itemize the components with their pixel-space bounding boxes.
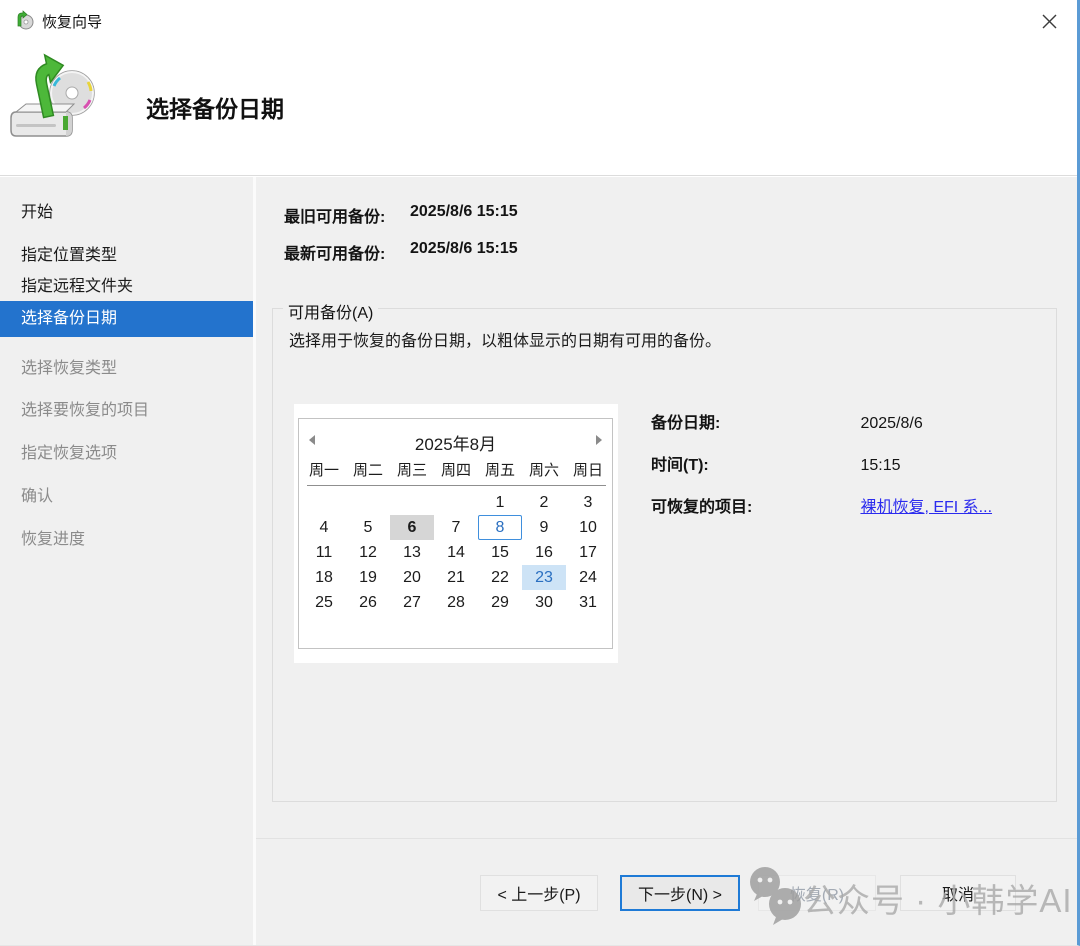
calendar-day-3[interactable]: 3 [566,490,610,515]
available-backups-groupbox: 可用备份(A) 选择用于恢复的备份日期，以粗体显示的日期有可用的备份。 2025… [272,308,1057,802]
backup-time-label: 时间(T): [651,451,856,475]
weekday-header: 周五 [478,459,522,483]
next-button[interactable]: 下一步(N) > [620,875,740,911]
step-recovery-progress: 恢复进度 [21,525,85,549]
button-bar-separator [256,838,1077,839]
step-location-type: 指定位置类型 [21,241,117,265]
recover-button: 恢复(R) [758,875,876,911]
wizard-header: 选择备份日期 [0,40,1077,176]
calendar-day-19[interactable]: 19 [346,565,390,590]
calendar-weekday-underline [307,485,606,486]
step-backup-date-current: 选择备份日期 [0,301,253,337]
wizard-app-icon [14,10,34,35]
calendar-day-2[interactable]: 2 [522,490,566,515]
calendar-nav: 2025年8月 [299,419,612,459]
calendar-day-31[interactable]: 31 [566,590,610,615]
step-recovery-type: 选择恢复类型 [21,354,117,378]
calendar-day-empty [302,490,346,515]
calendar-day-25[interactable]: 25 [302,590,346,615]
step-recovery-options: 指定恢复选项 [21,439,117,463]
cancel-button[interactable]: 取消 [900,875,1016,911]
calendar-day-21[interactable]: 21 [434,565,478,590]
calendar-day-1[interactable]: 1 [478,490,522,515]
backup-time-row: 时间(T): 15:15 [651,451,901,475]
calendar-day-29[interactable]: 29 [478,590,522,615]
calendar-day-6[interactable]: 6 [390,515,434,540]
wizard-steps-sidebar: 开始 指定位置类型 指定远程文件夹 选择备份日期 选择恢复类型 选择要恢复的项目… [0,177,253,945]
calendar-day-17[interactable]: 17 [566,540,610,565]
calendar-day-9[interactable]: 9 [522,515,566,540]
weekday-header: 周日 [566,459,610,483]
calendar-day-empty [434,490,478,515]
page-title: 选择备份日期 [146,90,284,124]
calendar-day-26[interactable]: 26 [346,590,390,615]
calendar-grid: 1234567891011121314151617181920212223242… [299,490,612,615]
step-start: 开始 [21,198,53,222]
calendar-month-title: 2025年8月 [299,430,612,455]
calendar-day-11[interactable]: 11 [302,540,346,565]
calendar-instructions: 选择用于恢复的备份日期，以粗体显示的日期有可用的备份。 [289,327,721,351]
main-content: 最旧可用备份: 2025/8/6 15:15 最新可用备份: 2025/8/6 … [256,177,1077,945]
recoverable-items-label: 可恢复的项目: [651,493,856,517]
calendar-day-20[interactable]: 20 [390,565,434,590]
back-button[interactable]: < 上一步(P) [480,875,598,911]
calendar-panel: 2025年8月 周一周二周三周四周五周六周日 12345678910111213… [294,404,618,663]
calendar-day-30[interactable]: 30 [522,590,566,615]
title-bar: 恢复向导 [0,0,1077,40]
recoverable-items-link[interactable]: 裸机恢复, EFI 系... [860,499,992,516]
calendar-day-10[interactable]: 10 [566,515,610,540]
step-remote-folder: 指定远程文件夹 [21,272,133,296]
oldest-backup-row: 最旧可用备份: 2025/8/6 15:15 [284,203,784,223]
calendar-day-14[interactable]: 14 [434,540,478,565]
recoverable-items-row: 可恢复的项目: 裸机恢复, EFI 系... [651,493,992,517]
calendar-day-empty [390,490,434,515]
calendar-day-15[interactable]: 15 [478,540,522,565]
calendar-day-24[interactable]: 24 [566,565,610,590]
oldest-backup-label: 最旧可用备份: [284,203,385,227]
calendar-day-27[interactable]: 27 [390,590,434,615]
calendar-day-empty [346,490,390,515]
backup-restore-icon [8,50,108,150]
calendar-day-16[interactable]: 16 [522,540,566,565]
newest-backup-row: 最新可用备份: 2025/8/6 15:15 [284,240,784,260]
calendar-day-28[interactable]: 28 [434,590,478,615]
groupbox-legend: 可用备份(A) [283,299,378,323]
calendar-day-7[interactable]: 7 [434,515,478,540]
weekday-header: 周四 [434,459,478,483]
calendar-day-4[interactable]: 4 [302,515,346,540]
step-confirmation: 确认 [21,482,53,506]
close-icon[interactable] [1035,8,1063,34]
weekday-header: 周六 [522,459,566,483]
newest-backup-label: 最新可用备份: [284,240,385,264]
calendar-day-23[interactable]: 23 [522,565,566,590]
calendar-day-8[interactable]: 8 [478,515,522,540]
backup-date-value: 2025/8/6 [860,415,922,432]
calendar-day-5[interactable]: 5 [346,515,390,540]
recovery-wizard-window: 恢复向导 [0,0,1080,946]
window-title: 恢复向导 [42,11,102,32]
newest-backup-value: 2025/8/6 15:15 [410,240,518,258]
next-month-icon[interactable] [588,434,602,446]
calendar-day-22[interactable]: 22 [478,565,522,590]
calendar-control: 2025年8月 周一周二周三周四周五周六周日 12345678910111213… [298,418,613,649]
calendar-day-18[interactable]: 18 [302,565,346,590]
backup-date-row: 备份日期: 2025/8/6 [651,409,923,433]
backup-time-value: 15:15 [860,457,900,474]
calendar-weekday-row: 周一周二周三周四周五周六周日 [299,459,612,483]
oldest-backup-value: 2025/8/6 15:15 [410,203,518,221]
step-items-to-recover: 选择要恢复的项目 [21,396,149,420]
calendar-day-13[interactable]: 13 [390,540,434,565]
calendar-day-12[interactable]: 12 [346,540,390,565]
weekday-header: 周二 [346,459,390,483]
backup-date-label: 备份日期: [651,409,856,433]
weekday-header: 周一 [302,459,346,483]
weekday-header: 周三 [390,459,434,483]
